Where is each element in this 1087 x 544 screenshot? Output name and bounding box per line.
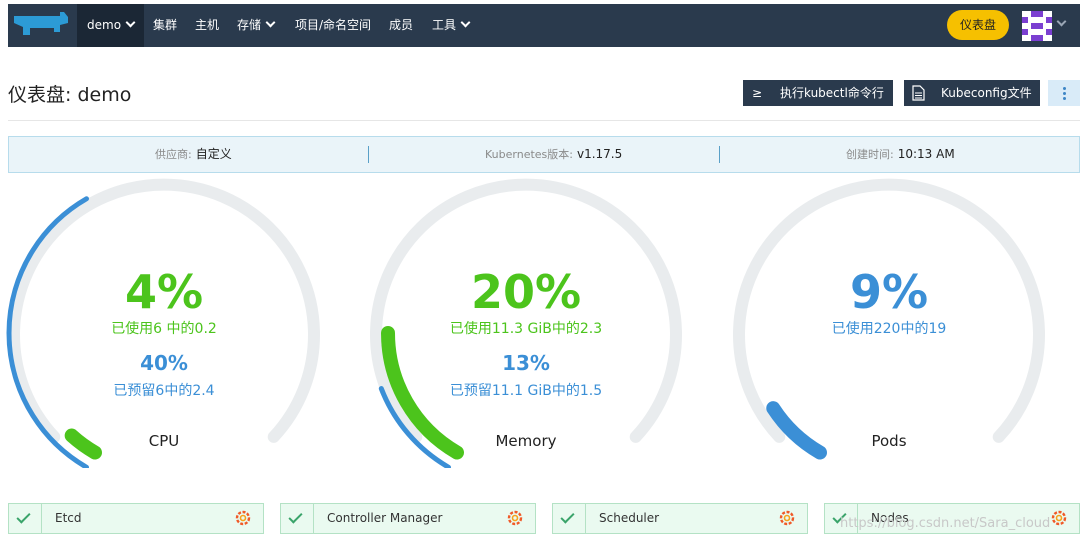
memory-gauge: 20% 已使用11.3 GiB中的2.3 13% 已预留11.1 GiB中的1.…	[366, 178, 686, 468]
terminal-icon: ≥	[751, 86, 763, 100]
nav-item-storage-label: 存储	[237, 18, 262, 32]
more-actions-button[interactable]	[1048, 80, 1080, 106]
provider-info: 供应商: 自定义	[155, 137, 232, 172]
nav-item-hosts[interactable]: 主机	[195, 4, 219, 47]
top-navbar: demo 集群 主机 存储 项目/命名空间 成员 工具 仪表盘	[8, 4, 1080, 47]
memory-used-percent: 20%	[470, 265, 582, 319]
cpu-reserved-percent: 40%	[140, 351, 188, 375]
component-label: Etcd	[55, 511, 82, 525]
pods-gauge: 9% 已使用220中的19 Pods	[729, 178, 1049, 468]
watermark-text: https://blog.csdn.net/Sara_cloud	[840, 516, 1051, 531]
component-card-scheduler: Scheduler	[552, 503, 808, 534]
more-vertical-icon	[1063, 87, 1066, 100]
provider-label: 供应商:	[155, 148, 192, 161]
chevron-down-icon	[265, 17, 276, 28]
check-icon	[9, 504, 42, 533]
cluster-name: demo	[87, 18, 122, 32]
component-label: Controller Manager	[327, 511, 443, 525]
k8s-version-info: Kubernetes版本: v1.17.5	[485, 137, 622, 172]
k8s-version-value: v1.17.5	[576, 147, 623, 161]
k8s-version-label: Kubernetes版本:	[485, 148, 573, 161]
kubectl-shell-button[interactable]: ≥ 执行kubectl命令行	[743, 80, 893, 106]
info-separator	[368, 146, 369, 163]
cpu-reserved-text: 已预留6中的2.4	[113, 383, 215, 399]
info-separator	[719, 146, 720, 163]
pods-used-percent: 9%	[849, 265, 929, 319]
chevron-down-icon[interactable]	[1056, 16, 1067, 27]
grafana-icon[interactable]	[507, 510, 523, 526]
file-icon	[904, 80, 932, 106]
nav-item-storage[interactable]: 存储	[237, 4, 276, 47]
component-label: Scheduler	[599, 511, 660, 525]
kubeconfig-file-button[interactable]: Kubeconfig文件	[904, 80, 1040, 106]
chevron-down-icon	[125, 17, 136, 28]
component-card-controller-manager: Controller Manager	[280, 503, 536, 534]
created-time-label: 创建时间:	[846, 148, 894, 161]
divider	[8, 120, 1080, 121]
cpu-gauge: 4% 已使用6 中的0.2 40% 已预留6中的2.4 CPU	[4, 178, 324, 468]
created-time-info: 创建时间: 10:13 AM	[846, 137, 955, 172]
dashboard-button[interactable]: 仪表盘	[947, 10, 1009, 40]
component-card-etcd: Etcd	[8, 503, 264, 534]
rancher-logo[interactable]	[8, 4, 78, 47]
provider-value: 自定义	[195, 147, 232, 161]
kubeconfig-file-label: Kubeconfig文件	[941, 86, 1032, 100]
check-icon	[281, 504, 314, 533]
user-avatar[interactable]	[1022, 11, 1052, 41]
cpu-used-percent: 4%	[124, 265, 204, 319]
memory-reserved-percent: 13%	[502, 351, 550, 375]
kubectl-shell-label: 执行kubectl命令行	[780, 86, 884, 100]
memory-label: Memory	[495, 432, 557, 450]
grafana-icon[interactable]	[235, 510, 251, 526]
cluster-switcher[interactable]: demo	[77, 4, 145, 47]
nav-item-clusters[interactable]: 集群	[153, 4, 177, 47]
nav-item-tools-label: 工具	[432, 18, 457, 32]
pods-used-text: 已使用220中的19	[831, 321, 947, 337]
nav-item-members[interactable]: 成员	[389, 4, 413, 47]
nav-item-projects[interactable]: 项目/命名空间	[295, 4, 371, 47]
grafana-icon[interactable]	[779, 510, 795, 526]
nav-item-tools[interactable]: 工具	[432, 4, 471, 47]
check-icon	[553, 504, 586, 533]
page-title: 仪表盘: demo	[8, 84, 132, 106]
memory-used-text: 已使用11.3 GiB中的2.3	[449, 321, 603, 337]
memory-reserved-text: 已预留11.1 GiB中的1.5	[449, 383, 603, 399]
created-time-value: 10:13 AM	[897, 147, 955, 161]
chevron-down-icon	[460, 17, 471, 28]
cluster-info-bar: 供应商: 自定义 Kubernetes版本: v1.17.5 创建时间: 10:13 …	[8, 136, 1080, 173]
cpu-label: CPU	[148, 432, 180, 450]
cpu-used-text: 已使用6 中的0.2	[111, 321, 217, 337]
pods-label: Pods	[871, 432, 907, 450]
grafana-icon[interactable]	[1051, 510, 1067, 526]
